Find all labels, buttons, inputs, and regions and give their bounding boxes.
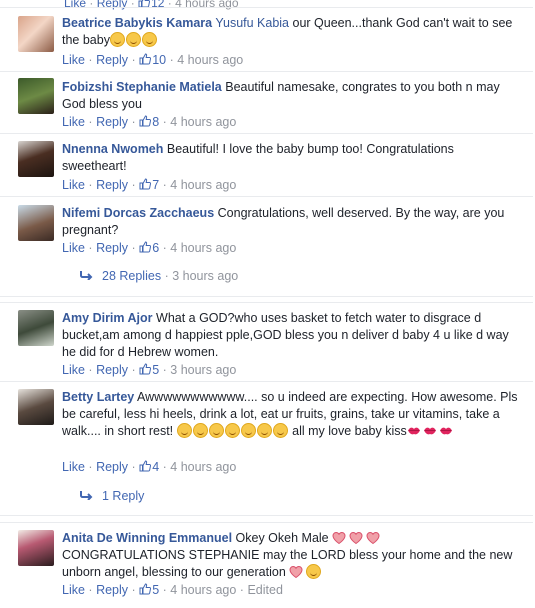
comment: Nifemi Dorcas Zacchaeus Congratulations,… xyxy=(0,197,533,297)
mention-link[interactable]: Yusufu Kabia xyxy=(215,16,289,30)
avatar[interactable] xyxy=(18,78,54,114)
replies-count[interactable]: 1 Reply xyxy=(102,489,144,503)
like-link[interactable]: Like xyxy=(62,363,85,377)
edited-label[interactable]: Edited xyxy=(247,583,282,597)
kiss-lips-icon xyxy=(439,426,453,435)
kiss-lips-icon xyxy=(423,426,437,435)
comment: Fobizshi Stephanie Matiela Beautiful nam… xyxy=(0,72,533,134)
timestamp[interactable]: 3 hours ago xyxy=(170,363,236,377)
comment: Nnenna Nwomeh Beautiful! I love the baby… xyxy=(0,134,533,197)
thumbs-up-icon xyxy=(139,178,151,190)
like-link[interactable]: Like xyxy=(62,241,85,255)
avatar[interactable] xyxy=(18,310,54,346)
comment-author[interactable]: Beatrice Babykis Kamara xyxy=(62,16,212,30)
grinning-emoji-icon xyxy=(256,423,272,438)
comment-text: Beatrice Babykis Kamara Yusufu Kabia our… xyxy=(62,16,513,47)
heart-icon xyxy=(332,531,346,545)
kiss-lips-icon xyxy=(407,426,421,435)
thumbs-up-icon xyxy=(139,115,151,127)
grinning-emoji-icon xyxy=(192,423,208,438)
avatar[interactable] xyxy=(18,141,54,177)
comment-author[interactable]: Betty Lartey xyxy=(62,390,134,404)
avatar[interactable] xyxy=(18,205,54,241)
timestamp[interactable]: 4 hours ago xyxy=(170,241,236,255)
reply-arrow-icon xyxy=(80,270,93,280)
timestamp[interactable]: 4 hours ago xyxy=(170,178,236,192)
grinning-emoji-icon xyxy=(141,32,157,47)
smiley-emoji-icon xyxy=(306,564,322,579)
heart-icon xyxy=(349,531,363,545)
like-count[interactable]: 5 xyxy=(152,363,159,377)
like-count[interactable]: 10 xyxy=(152,53,166,67)
comment-text: Amy Dirim Ajor What a GOD?who uses baske… xyxy=(62,311,509,359)
reply-link[interactable]: Reply xyxy=(96,178,128,192)
comment: Amy Dirim Ajor What a GOD?who uses baske… xyxy=(0,302,533,382)
timestamp[interactable]: 4 hours ago xyxy=(170,460,236,474)
view-replies-link[interactable]: 1 Reply xyxy=(80,489,144,503)
like-link[interactable]: Like xyxy=(62,115,85,129)
like-link[interactable]: Like xyxy=(62,460,85,474)
reply-link[interactable]: Reply xyxy=(96,115,128,129)
comment-meta: Like · Reply · 5 · 4 hours ago · Edited xyxy=(62,583,283,597)
reply-arrow-icon xyxy=(80,490,93,500)
comment-author[interactable]: Amy Dirim Ajor xyxy=(62,311,153,325)
reply-link[interactable]: Reply xyxy=(96,53,128,67)
comment-meta: Like · Reply · 7 · 4 hours ago xyxy=(62,178,237,192)
comment-meta: Like · Reply · 8 · 4 hours ago xyxy=(62,115,237,129)
reply-link[interactable]: Reply xyxy=(96,363,128,377)
like-count[interactable]: 8 xyxy=(152,115,159,129)
comment-text: Anita De Winning Emmanuel Okey Okeh Male… xyxy=(62,531,513,579)
grinning-emoji-icon xyxy=(224,423,240,438)
comment-author[interactable]: Nnenna Nwomeh xyxy=(62,142,163,156)
comment-author[interactable]: Anita De Winning Emmanuel xyxy=(62,531,232,545)
comment-text: Nnenna Nwomeh Beautiful! I love the baby… xyxy=(62,142,454,173)
like-count[interactable]: 5 xyxy=(152,583,159,597)
timestamp[interactable]: 4 hours ago xyxy=(170,583,236,597)
reply-link[interactable]: Reply xyxy=(96,460,128,474)
replies-count[interactable]: 28 Replies xyxy=(102,269,161,283)
grinning-emoji-icon xyxy=(109,32,125,47)
heart-icon xyxy=(366,531,380,545)
timestamp[interactable]: 4 hours ago xyxy=(170,115,236,129)
avatar[interactable] xyxy=(18,530,54,566)
thumbs-up-icon xyxy=(139,53,151,65)
comment-text: Nifemi Dorcas Zacchaeus Congratulations,… xyxy=(62,206,505,237)
grinning-emoji-icon xyxy=(176,423,192,438)
view-replies-link[interactable]: 28 Replies · 3 hours ago xyxy=(80,269,238,283)
comment-text: Fobizshi Stephanie Matiela Beautiful nam… xyxy=(62,80,500,111)
reply-link[interactable]: Reply xyxy=(96,583,128,597)
comment: Betty Lartey Awwwwwwwwwww.... so u indee… xyxy=(0,382,533,516)
avatar[interactable] xyxy=(18,389,54,425)
comment-meta: Like · Reply · 6 · 4 hours ago xyxy=(62,241,237,255)
reply-link[interactable]: Reply xyxy=(96,241,128,255)
timestamp: 3 hours ago xyxy=(172,269,239,283)
thumbs-up-icon xyxy=(139,363,151,375)
heart-icon xyxy=(289,565,303,579)
comment-text: Betty Lartey Awwwwwwwwwww.... so u indee… xyxy=(62,390,518,438)
comment-meta: Like · Reply · 4 · 4 hours ago xyxy=(62,460,237,474)
like-count[interactable]: 7 xyxy=(152,178,159,192)
like-link[interactable]: Like xyxy=(62,53,85,67)
comment-author[interactable]: Nifemi Dorcas Zacchaeus xyxy=(62,206,214,220)
grinning-emoji-icon xyxy=(272,423,288,438)
grinning-emoji-icon xyxy=(240,423,256,438)
comment-author[interactable]: Fobizshi Stephanie Matiela xyxy=(62,80,222,94)
comment: Beatrice Babykis Kamara Yusufu Kabia our… xyxy=(0,8,533,72)
thumbs-up-icon xyxy=(139,460,151,472)
grinning-emoji-icon xyxy=(125,32,141,47)
like-count[interactable]: 4 xyxy=(152,460,159,474)
thumbs-up-icon xyxy=(139,241,151,253)
like-count[interactable]: 6 xyxy=(152,241,159,255)
comment-meta: Like · Reply · 5 · 3 hours ago xyxy=(62,363,237,377)
avatar[interactable] xyxy=(18,16,54,52)
timestamp[interactable]: 4 hours ago xyxy=(177,53,243,67)
thumbs-up-icon xyxy=(139,583,151,595)
comment: Anita De Winning Emmanuel Okey Okeh Male… xyxy=(0,522,533,608)
like-link[interactable]: Like xyxy=(62,178,85,192)
comment-meta: Like · Reply · 10 · 4 hours ago xyxy=(62,53,244,67)
like-link[interactable]: Like xyxy=(62,583,85,597)
grinning-emoji-icon xyxy=(208,423,224,438)
